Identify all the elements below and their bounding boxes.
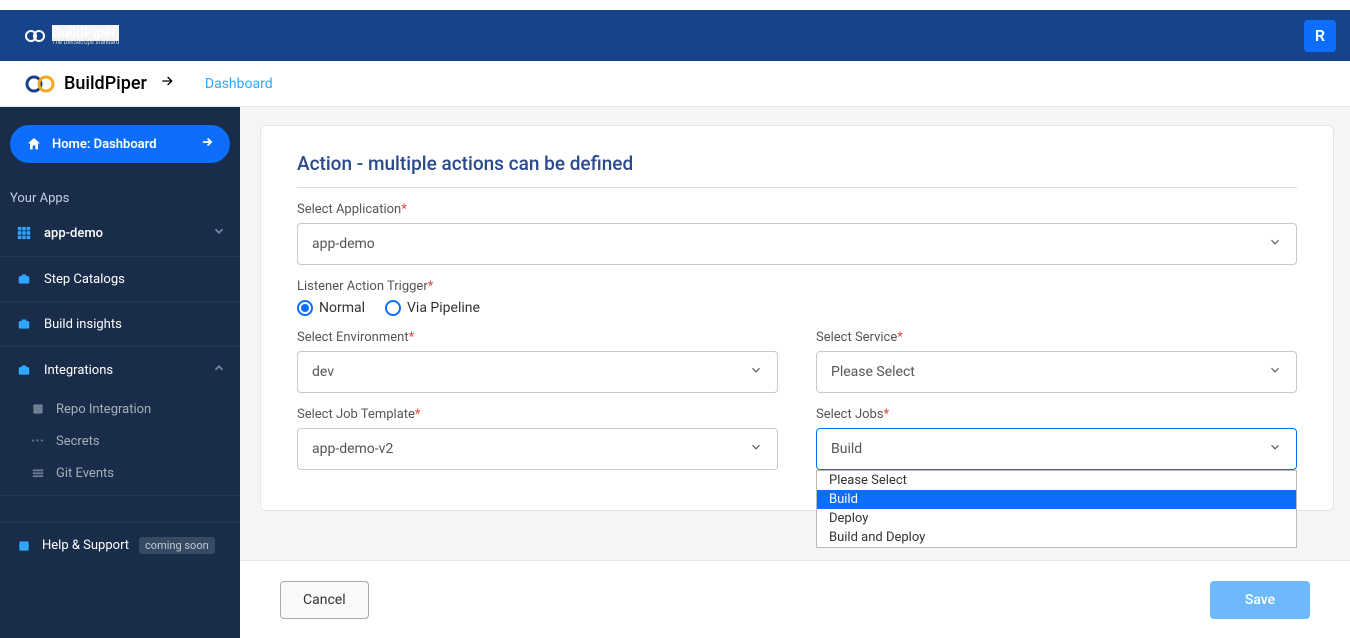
sidebar-item-app-demo[interactable]: app-demo — [0, 210, 240, 257]
select-jobs[interactable]: Build — [816, 428, 1297, 470]
home-icon — [26, 136, 42, 152]
label-select-service: Select Service* — [816, 330, 1297, 345]
label-select-application: Select Application* — [297, 202, 1297, 217]
select-job-template[interactable]: app-demo-v2 — [297, 428, 778, 470]
help-badge: coming soon — [139, 537, 215, 554]
select-value: app-demo — [312, 236, 375, 252]
sidebar-sub-label: Repo Integration — [56, 402, 151, 417]
sub-repo-integration[interactable]: Repo Integration — [0, 393, 240, 425]
select-value: app-demo-v2 — [312, 441, 393, 457]
select-value: dev — [312, 364, 334, 380]
section-your-apps: Your Apps — [0, 181, 240, 210]
brand-secondary: BuildPiper — [24, 73, 147, 94]
radio-label: Via Pipeline — [407, 300, 480, 316]
label-job-template: Select Job Template* — [297, 407, 778, 422]
select-service[interactable]: Please Select — [816, 351, 1297, 393]
save-button[interactable]: Save — [1210, 581, 1310, 619]
user-avatar[interactable]: R — [1304, 20, 1336, 52]
help-icon — [16, 538, 32, 554]
dropdown-option-build-deploy[interactable]: Build and Deploy — [817, 528, 1296, 547]
action-form-card: Action - multiple actions can be defined… — [260, 125, 1334, 511]
sidebar-item-label: Step Catalogs — [44, 272, 125, 287]
jobs-dropdown: Please Select Build Deploy Build and Dep… — [816, 470, 1297, 548]
chevron-down-icon — [1268, 363, 1282, 381]
radio-icon — [297, 300, 313, 316]
chevron-down-icon — [749, 363, 763, 381]
git-icon — [30, 465, 46, 481]
dropdown-option-please-select[interactable]: Please Select — [817, 471, 1296, 490]
cancel-button[interactable]: Cancel — [280, 581, 369, 619]
grid-icon — [16, 225, 32, 241]
chevron-up-icon — [212, 361, 226, 379]
label-listener-trigger: Listener Action Trigger* — [297, 279, 1297, 294]
radio-via-pipeline[interactable]: Via Pipeline — [385, 300, 480, 316]
sidebar-item-label: Integrations — [44, 363, 113, 378]
dropdown-option-build[interactable]: Build — [817, 490, 1296, 509]
chevron-down-icon — [749, 440, 763, 458]
breadcrumb-dashboard[interactable]: Dashboard — [205, 76, 273, 92]
chevron-down-icon — [1268, 235, 1282, 253]
briefcase-icon — [16, 271, 32, 287]
sidebar-item-label: Build insights — [44, 317, 122, 332]
brand-secondary-text: BuildPiper — [64, 73, 147, 94]
top-header: BuildPiper The DevSecOps standard R — [0, 10, 1350, 61]
select-application[interactable]: app-demo — [297, 223, 1297, 265]
sub-secrets[interactable]: ••• Secrets — [0, 425, 240, 457]
logo-icon — [24, 25, 46, 46]
sidebar-item-build-insights[interactable]: Build insights — [0, 302, 240, 347]
home-button[interactable]: Home: Dashboard — [10, 125, 230, 163]
repo-icon — [30, 401, 46, 417]
radio-icon — [385, 300, 401, 316]
label-select-environment: Select Environment* — [297, 330, 778, 345]
select-environment[interactable]: dev — [297, 351, 778, 393]
sidebar-item-integrations[interactable]: Integrations — [0, 347, 240, 393]
second-header: BuildPiper Dashboard — [0, 61, 1350, 107]
select-value: Please Select — [831, 364, 915, 380]
sidebar: Home: Dashboard Your Apps app-demo — [0, 107, 240, 638]
dropdown-option-deploy[interactable]: Deploy — [817, 509, 1296, 528]
sidebar-help-support[interactable]: Help & Support coming soon — [0, 522, 240, 568]
radio-normal[interactable]: Normal — [297, 300, 365, 316]
sidebar-item-step-catalogs[interactable]: Step Catalogs — [0, 257, 240, 302]
radio-label: Normal — [319, 300, 365, 316]
sub-git-events[interactable]: Git Events — [0, 457, 240, 496]
briefcase-icon — [16, 316, 32, 332]
arrow-right-icon — [159, 73, 175, 94]
logo-icon — [24, 73, 56, 94]
chevron-down-icon — [1268, 440, 1282, 458]
label-select-jobs: Select Jobs* — [816, 407, 1297, 422]
card-title: Action - multiple actions can be defined — [297, 152, 1297, 175]
home-label: Home: Dashboard — [52, 137, 157, 152]
sidebar-item-label: app-demo — [44, 226, 103, 241]
select-value: Build — [831, 441, 862, 457]
sidebar-sub-label: Secrets — [56, 434, 100, 449]
secrets-icon: ••• — [30, 433, 46, 449]
arrow-right-icon — [200, 135, 214, 153]
chevron-down-icon — [212, 224, 226, 242]
sidebar-sub-label: Git Events — [56, 466, 114, 481]
briefcase-icon — [16, 362, 32, 378]
main-content: Action - multiple actions can be defined… — [240, 107, 1350, 638]
help-label: Help & Support — [42, 538, 129, 553]
form-footer: Cancel Save — [240, 560, 1350, 638]
brand-logo: BuildPiper The DevSecOps standard — [24, 25, 119, 46]
brand-sub: The DevSecOps standard — [52, 39, 119, 46]
